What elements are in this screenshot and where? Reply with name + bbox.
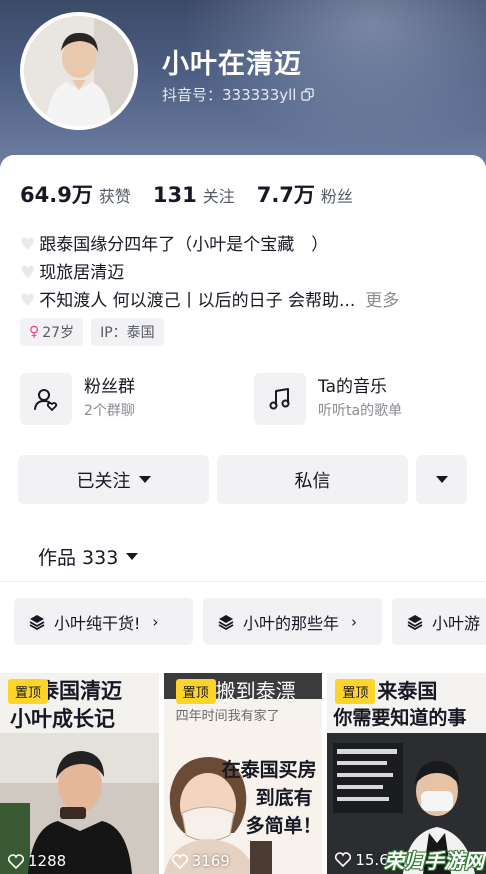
collection-chip[interactable]: 小叶的那些年 › [203, 598, 382, 645]
bio-line: ♥ 跟泰国缘分四年了（小叶是个宝藏 ） [20, 231, 470, 259]
stat-following[interactable]: 131 关注 [153, 183, 235, 207]
video-grid: 置顶 泰国清迈 小叶成长记 1288 置顶 搬到泰漂 四年时间我有家了 在泰国买… [0, 673, 486, 874]
stat-followers-label: 粉丝 [320, 187, 353, 206]
bio-line: ♥ 不知渡人 何以渡己丨以后的日子 会帮助... 更多 [20, 287, 470, 315]
message-button-label: 私信 [294, 470, 331, 492]
profile-actions: 已关注 私信 [18, 455, 467, 504]
video-thumbnail[interactable]: 置顶 来泰国 你需要知道的事 15.6万 荣归手游网 [327, 673, 486, 874]
video-thumbnail[interactable]: 置顶 搬到泰漂 四年时间我有家了 在泰国买房 到底有 多简单！ 3169 [163, 673, 323, 874]
profile-stats: 64.9万 获赞 131 关注 7.7万 粉丝 [20, 179, 353, 209]
ip-tag-label: IP：泰国 [100, 325, 155, 341]
video-caption: 到底有 [255, 787, 313, 809]
heart-icon [335, 852, 352, 867]
collections-row: 小叶纯干货! › 小叶的那些年 › 小叶游 [14, 598, 486, 645]
stat-following-label: 关注 [202, 187, 235, 206]
music-title: Ta的音乐 [318, 377, 387, 397]
age-tag-label: 27岁 [42, 325, 75, 341]
chevron-right-icon: › [152, 612, 159, 631]
message-button[interactable]: 私信 [217, 455, 408, 504]
divider [0, 581, 486, 582]
profile-header: 小叶在清迈 抖音号：333333yll [0, 0, 486, 170]
bio-line-text: 现旅居清迈 [39, 263, 125, 283]
layers-icon [29, 614, 45, 630]
bio-line: ♥ 现旅居清迈 [20, 259, 470, 287]
heart-icon [8, 853, 24, 869]
video-title: 搬到泰漂 [215, 679, 296, 703]
heart-icon [171, 853, 188, 869]
like-count: 1288 [8, 852, 66, 870]
music-note-icon [254, 373, 306, 425]
white-heart-icon: ♥ [20, 263, 36, 283]
profile-bio[interactable]: ♥ 跟泰国缘分四年了（小叶是个宝藏 ） ♥ 现旅居清迈 ♥ 不知渡人 何以渡己丨… [20, 231, 470, 315]
watermark: 荣归手游网 [384, 849, 485, 873]
video-title: 你需要知道的事 [333, 707, 467, 729]
caret-down-icon [138, 476, 151, 483]
avatar-photo [24, 16, 134, 126]
bio-more-link[interactable]: 更多 [365, 287, 399, 315]
music-subtitle: 听听ta的歌单 [318, 403, 403, 419]
collection-label: 小叶的那些年 [243, 613, 340, 633]
white-heart-icon: ♥ [20, 235, 36, 255]
collection-chip[interactable]: 小叶游 [392, 598, 486, 645]
collection-label: 小叶游 [432, 613, 481, 633]
profile-tags: ♀ 27岁 IP：泰国 [20, 318, 164, 346]
video-title: 泰国清迈 [38, 678, 122, 703]
white-heart-icon: ♥ [20, 291, 36, 311]
stat-likes-value: 64.9万 [20, 183, 93, 207]
pinned-badge: 置顶 [335, 679, 376, 704]
video-caption: 多简单！ [245, 815, 322, 837]
caret-down-icon [126, 553, 139, 560]
more-options-button[interactable] [416, 455, 467, 504]
music-entry[interactable]: Ta的音乐 听听ta的歌单 [254, 373, 464, 425]
bio-line-text: 跟泰国缘分四年了（小叶是个宝藏 ） [39, 235, 329, 255]
collection-label: 小叶纯干货! [54, 613, 141, 633]
ip-tag: IP：泰国 [91, 318, 164, 346]
profile-nickname: 小叶在清迈 [162, 49, 302, 80]
profile-features: 粉丝群 2个群聊 Ta的音乐 听听ta的歌单 [20, 373, 464, 425]
following-button-label: 已关注 [76, 470, 131, 492]
fans-group-title: 粉丝群 [84, 377, 135, 397]
fans-group-icon [20, 373, 72, 425]
video-caption: 在泰国买房 [221, 759, 317, 781]
fans-group-entry[interactable]: 粉丝群 2个群聊 [20, 373, 230, 425]
video-title: 小叶成长记 [10, 706, 115, 731]
stat-followers-value: 7.7万 [256, 183, 315, 207]
bio-line-text: 不知渡人 何以渡己丨以后的日子 会帮助... [39, 291, 356, 311]
video-thumbnail[interactable]: 置顶 泰国清迈 小叶成长记 1288 [0, 673, 159, 874]
douyin-id-row[interactable]: 抖音号：333333yll [162, 84, 315, 105]
female-icon: ♀ [29, 324, 40, 340]
tab-works-label: 作品 333 [38, 547, 119, 569]
pinned-badge: 置顶 [175, 679, 216, 704]
copy-icon[interactable] [301, 88, 315, 101]
age-tag: ♀ 27岁 [20, 318, 84, 346]
like-count-value: 3169 [191, 852, 230, 870]
stat-likes: 64.9万 获赞 [20, 179, 131, 209]
tab-works[interactable]: 作品 333 [38, 543, 139, 570]
following-button[interactable]: 已关注 [18, 455, 209, 504]
stat-following-value: 131 [152, 183, 197, 207]
profile-card: 64.9万 获赞 131 关注 7.7万 粉丝 ♥ 跟泰国缘分四年了（小叶是个宝… [0, 155, 486, 874]
fans-group-subtitle: 2个群聊 [84, 403, 135, 419]
stat-likes-label: 获赞 [98, 187, 131, 206]
chevron-right-icon: › [351, 612, 358, 631]
douyin-id: 抖音号：333333yll [162, 86, 297, 104]
layers-icon [407, 614, 423, 630]
pinned-badge: 置顶 [8, 679, 49, 704]
like-count: 3169 [171, 852, 230, 870]
layers-icon [218, 614, 234, 630]
stat-followers[interactable]: 7.7万 粉丝 [257, 179, 353, 209]
caret-down-icon [435, 476, 448, 483]
like-count-value: 1288 [28, 852, 67, 870]
collection-chip[interactable]: 小叶纯干货! › [14, 598, 193, 645]
video-title: 来泰国 [377, 679, 438, 703]
avatar[interactable] [20, 12, 138, 130]
video-subtitle: 四年时间我有家了 [175, 709, 280, 724]
